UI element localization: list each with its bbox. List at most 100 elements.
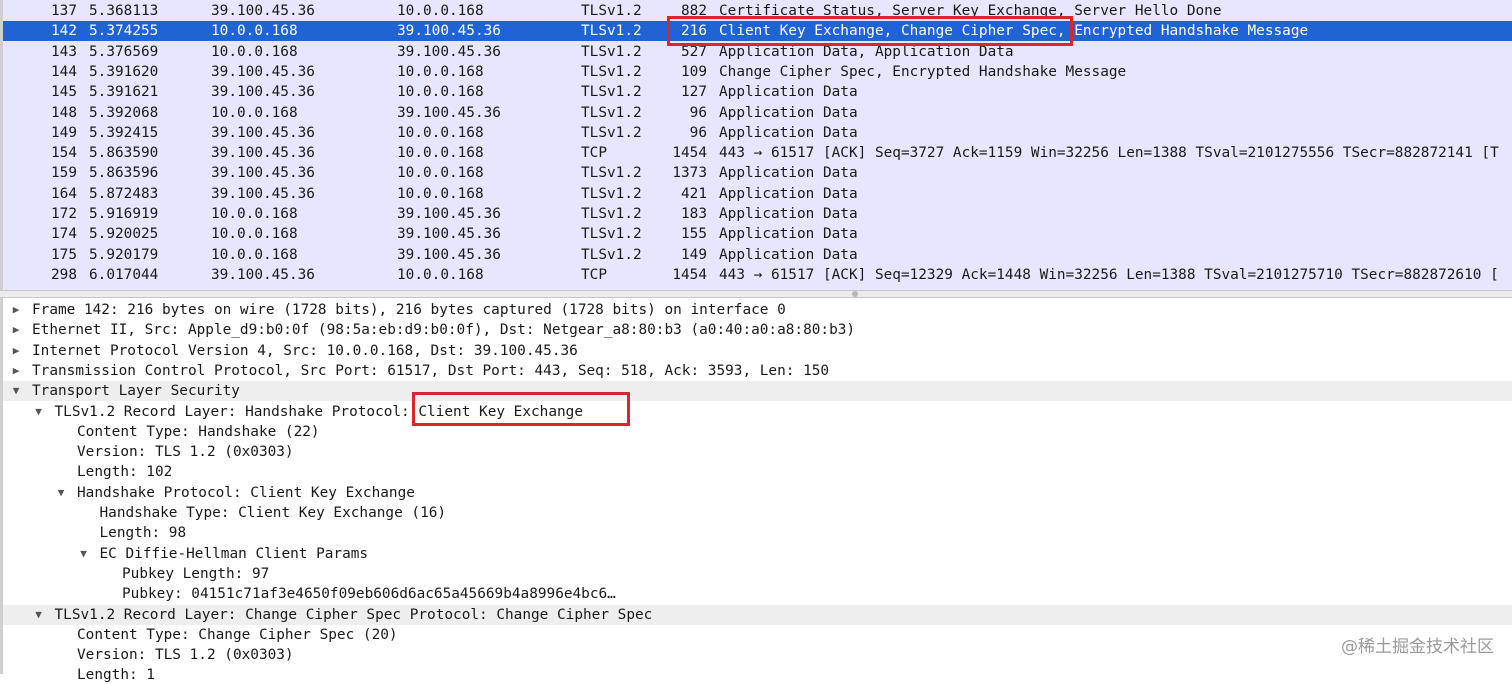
- detail-row[interactable]: Content Type: Handshake (22): [3, 422, 1512, 442]
- packet-row[interactable]: 145 5.391621 39.100.45.36 10.0.0.168 TLSv1.2…: [3, 82, 1512, 103]
- detail-text: Internet Protocol Version 4, Src: 10.0.0…: [32, 342, 578, 359]
- packet-time-cell: 5.376569: [89, 43, 159, 60]
- packet-info-cell: Application Data: [719, 84, 858, 101]
- packet-row[interactable]: 144 5.391620 39.100.45.36 10.0.0.168 TLSv1.2…: [3, 61, 1512, 82]
- detail-text: Transport Layer Security: [32, 383, 240, 400]
- packet-dst-cell: 39.100.45.36: [397, 43, 501, 60]
- packet-row[interactable]: 174 5.920025 10.0.0.168 39.100.45.36 TLSv1.2…: [3, 224, 1512, 245]
- detail-row[interactable]: ▶ Frame 142: 216 bytes on wire (1728 bits…: [3, 300, 1512, 320]
- packet-src-cell: 39.100.45.36: [211, 3, 315, 19]
- packet-row[interactable]: 154 5.863590 39.100.45.36 10.0.0.168 TCP 1454…: [3, 143, 1512, 164]
- packet-len-cell: 183: [681, 206, 707, 222]
- packet-row[interactable]: 137 5.368113 39.100.45.36 10.0.0.168 TLSv1.2…: [3, 1, 1512, 21]
- detail-text: Length: 1: [77, 667, 155, 684]
- detail-row[interactable]: Handshake Type: Client Key Exchange (16): [3, 503, 1512, 523]
- packet-len-cell: 1454: [672, 145, 707, 162]
- packet-row[interactable]: 298 6.017044 39.100.45.36 10.0.0.168 TCP 1454…: [3, 264, 1512, 285]
- packet-dst-cell: 10.0.0.168: [397, 165, 484, 182]
- collapsed-triangle-icon[interactable]: ▶: [9, 341, 23, 361]
- packet-row[interactable]: 159 5.863596 39.100.45.36 10.0.0.168 TLSv1.2…: [3, 163, 1512, 184]
- packet-dst-cell: 10.0.0.168: [397, 266, 484, 283]
- packet-info-cell: Client Key Exchange, Change Cipher Spec,…: [719, 23, 1309, 40]
- pane-splitter[interactable]: [0, 290, 1512, 298]
- packet-time-cell: 5.374255: [89, 23, 159, 40]
- collapsed-triangle-icon[interactable]: ▶: [9, 320, 23, 340]
- collapsed-triangle-icon[interactable]: ▶: [9, 361, 23, 381]
- collapsed-triangle-icon[interactable]: ▶: [9, 300, 23, 320]
- packet-src-cell: 39.100.45.36: [211, 63, 315, 80]
- detail-text: EC Diffie-Hellman Client Params: [99, 545, 369, 562]
- packet-row[interactable]: 164 5.872483 39.100.45.36 10.0.0.168 TLSv1.2…: [3, 183, 1512, 204]
- expanded-triangle-icon[interactable]: ▼: [32, 402, 46, 422]
- expanded-triangle-icon[interactable]: ▼: [32, 605, 46, 625]
- packet-src-cell: 39.100.45.36: [211, 145, 315, 162]
- detail-text: TLSv1.2 Record Layer: Handshake Protocol…: [54, 403, 584, 420]
- packet-no-cell: 154: [51, 145, 77, 162]
- packet-row[interactable]: 142 5.374255 10.0.0.168 39.100.45.36 TLSv1.2…: [3, 21, 1512, 42]
- packet-list[interactable]: 137 5.368113 39.100.45.36 10.0.0.168 TLSv1.2…: [3, 0, 1512, 290]
- detail-row[interactable]: Version: TLS 1.2 (0x0303): [3, 645, 1512, 665]
- detail-row[interactable]: Length: 102: [3, 462, 1512, 482]
- packet-len-cell: 155: [681, 226, 707, 243]
- detail-row[interactable]: ▶ Internet Protocol Version 4, Src: 10.0.…: [3, 341, 1512, 361]
- detail-row[interactable]: Length: 98: [3, 523, 1512, 543]
- packet-info-cell: Application Data: [719, 104, 858, 121]
- detail-row[interactable]: ▼ Handshake Protocol: Client Key Exchange: [3, 483, 1512, 503]
- detail-row[interactable]: ▼ TLSv1.2 Record Layer: Handshake Protoco…: [3, 402, 1512, 422]
- packet-proto-cell: TLSv1.2: [581, 226, 642, 243]
- expanded-triangle-icon[interactable]: ▼: [9, 381, 23, 401]
- packet-src-cell: 39.100.45.36: [211, 266, 315, 283]
- packet-dst-cell: 10.0.0.168: [397, 63, 484, 80]
- packet-src-cell: 39.100.45.36: [211, 124, 315, 141]
- detail-row[interactable]: Pubkey Length: 97: [3, 564, 1512, 584]
- packet-proto-cell: TLSv1.2: [581, 185, 642, 202]
- packet-info-cell: Application Data: [719, 206, 858, 222]
- detail-row[interactable]: ▼ Transport Layer Security: [3, 381, 1512, 402]
- packet-proto-cell: TLSv1.2: [581, 3, 642, 19]
- packet-row[interactable]: 149 5.392415 39.100.45.36 10.0.0.168 TLSv1.2…: [3, 122, 1512, 143]
- packet-row[interactable]: 175 5.920179 10.0.0.168 39.100.45.36 TLSv1.2…: [3, 244, 1512, 265]
- detail-row[interactable]: ▶ Transmission Control Protocol, Src Port…: [3, 361, 1512, 381]
- packet-time-cell: 6.017044: [89, 266, 159, 283]
- packet-time-cell: 5.863596: [89, 165, 159, 182]
- packet-details-tree[interactable]: ▶ Frame 142: 216 bytes on wire (1728 bits…: [3, 300, 1512, 683]
- packet-dst-cell: 10.0.0.168: [397, 185, 484, 202]
- packet-no-cell: 164: [51, 185, 77, 202]
- detail-row[interactable]: Version: TLS 1.2 (0x0303): [3, 442, 1512, 462]
- packet-info-cell: Application Data: [719, 124, 858, 141]
- packet-time-cell: 5.392068: [89, 104, 159, 121]
- packet-time-cell: 5.368113: [89, 3, 159, 19]
- detail-text: Length: 102: [77, 464, 173, 481]
- splitter-grip-icon[interactable]: [852, 291, 858, 297]
- packet-len-cell: 527: [681, 43, 707, 60]
- packet-src-cell: 39.100.45.36: [211, 185, 315, 202]
- detail-text: Handshake Protocol: Client Key Exchange: [77, 484, 415, 501]
- detail-row[interactable]: ▼ EC Diffie-Hellman Client Params: [3, 544, 1512, 564]
- detail-row[interactable]: Length: 1: [3, 665, 1512, 685]
- expanded-triangle-icon[interactable]: ▼: [54, 483, 68, 503]
- packet-time-cell: 5.920179: [89, 246, 159, 263]
- packet-info-cell: Application Data, Application Data: [719, 43, 1014, 60]
- packet-src-cell: 10.0.0.168: [211, 246, 298, 263]
- packet-src-cell: 10.0.0.168: [211, 23, 298, 40]
- detail-row[interactable]: ▶ Ethernet II, Src: Apple_d9:b0:0f (98:5a…: [3, 320, 1512, 340]
- detail-text: Pubkey Length: 97: [122, 565, 270, 582]
- packet-time-cell: 5.391620: [89, 63, 159, 80]
- packet-len-cell: 109: [681, 63, 707, 80]
- packet-proto-cell: TLSv1.2: [581, 246, 642, 263]
- packet-row[interactable]: 143 5.376569 10.0.0.168 39.100.45.36 TLSv1.2…: [3, 41, 1512, 62]
- packet-dst-cell: 39.100.45.36: [397, 206, 501, 222]
- detail-row[interactable]: ▼ TLSv1.2 Record Layer: Change Cipher Spe…: [3, 604, 1512, 625]
- detail-text: Version: TLS 1.2 (0x0303): [77, 647, 294, 664]
- packet-no-cell: 148: [51, 104, 77, 121]
- packet-row[interactable]: 148 5.392068 10.0.0.168 39.100.45.36 TLSv1.2…: [3, 102, 1512, 123]
- detail-text: Transmission Control Protocol, Src Port:…: [32, 362, 830, 379]
- packet-proto-cell: TLSv1.2: [581, 104, 642, 121]
- detail-text: Content Type: Handshake (22): [77, 423, 320, 440]
- detail-row[interactable]: Pubkey: 04151c71af3e4650f09eb606d6ac65a4…: [3, 584, 1512, 604]
- detail-row[interactable]: Content Type: Change Cipher Spec (20): [3, 625, 1512, 645]
- packet-row[interactable]: 172 5.916919 10.0.0.168 39.100.45.36 TLSv1.2…: [3, 204, 1512, 224]
- packet-src-cell: 10.0.0.168: [211, 226, 298, 243]
- expanded-triangle-icon[interactable]: ▼: [77, 544, 91, 564]
- packet-src-cell: 10.0.0.168: [211, 206, 298, 222]
